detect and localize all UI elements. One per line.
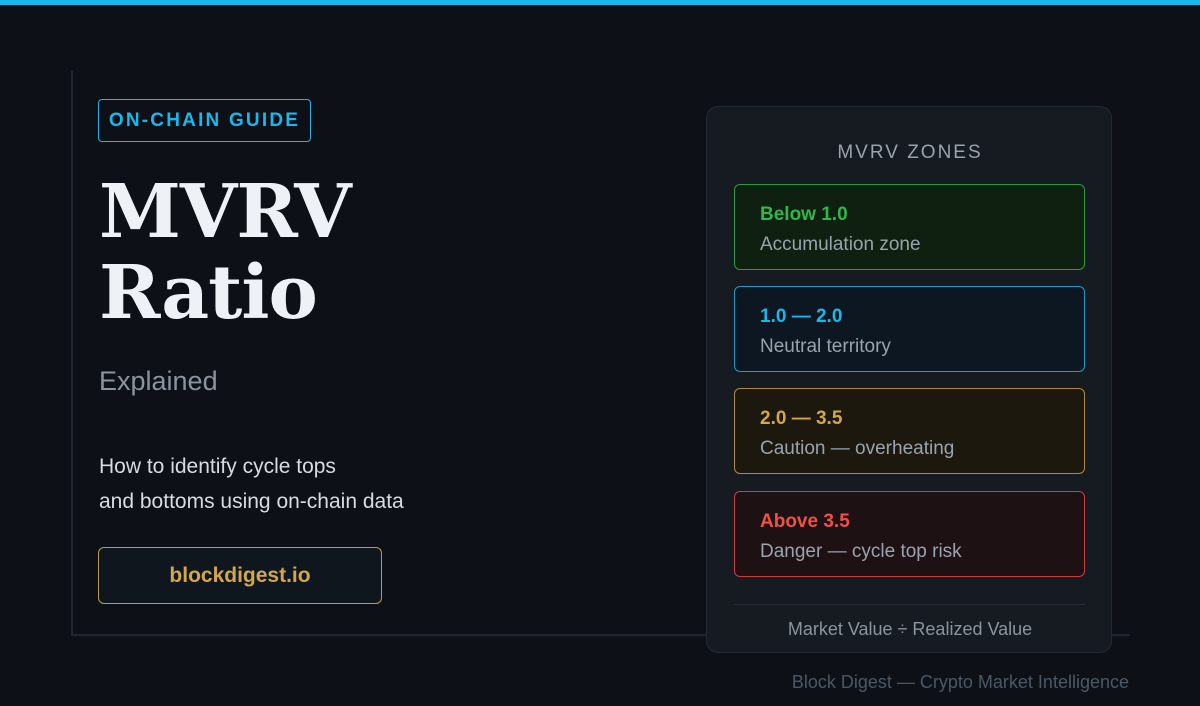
site-link-button[interactable]: blockdigest.io: [98, 547, 382, 604]
zone-1-to-2: 1.0 — 2.0 Neutral territory: [734, 286, 1085, 372]
page-description: How to identify cycle tops and bottoms u…: [99, 449, 404, 519]
zone-above-3-5: Above 3.5 Danger — cycle top risk: [734, 491, 1085, 577]
zone-label: Caution — overheating: [760, 438, 955, 459]
zones-divider: [734, 604, 1085, 605]
title-line-1: MVRV: [99, 169, 352, 255]
page-subtitle: Explained: [99, 366, 218, 396]
frame-left-line: [71, 71, 73, 636]
zone-range: Below 1.0: [760, 204, 848, 225]
zone-range: 2.0 — 3.5: [760, 408, 843, 429]
title-line-2: Ratio: [99, 250, 318, 336]
top-accent-bar: [0, 0, 1200, 5]
description-line-2: and bottoms using on-chain data: [99, 490, 404, 513]
zone-label: Accumulation zone: [760, 234, 921, 255]
zone-below-1: Below 1.0 Accumulation zone: [734, 184, 1085, 270]
mvrv-formula: Market Value ÷ Realized Value: [787, 619, 1033, 639]
page-title: MVRV Ratio: [99, 169, 352, 336]
footer-credit: Block Digest — Crypto Market Intelligenc…: [791, 672, 1129, 692]
zone-2-to-3-5: 2.0 — 3.5 Caution — overheating: [734, 388, 1085, 474]
category-badge: ON-CHAIN GUIDE: [98, 99, 311, 142]
zones-card-title: MVRV ZONES: [837, 142, 983, 163]
zone-range: 1.0 — 2.0: [760, 306, 843, 327]
mvrv-zones-card: MVRV ZONES Below 1.0 Accumulation zone 1…: [706, 106, 1112, 653]
zone-label: Neutral territory: [760, 336, 891, 357]
zone-range: Above 3.5: [760, 511, 850, 532]
zone-label: Danger — cycle top risk: [760, 541, 962, 562]
description-line-1: How to identify cycle tops: [99, 455, 336, 478]
